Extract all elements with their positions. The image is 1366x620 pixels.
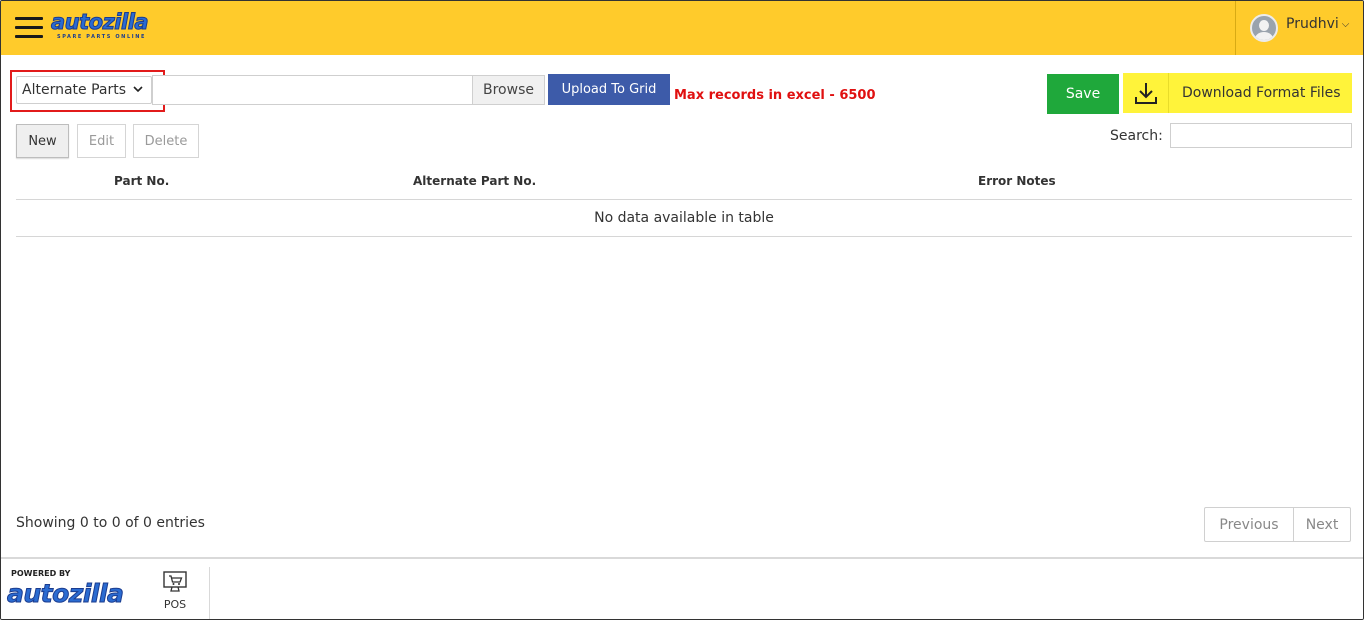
max-records-note: Max records in excel - 6500 [674,88,876,103]
delete-button[interactable]: Delete [133,124,199,158]
download-format-files-button[interactable]: Download Format Files [1123,73,1352,113]
entries-info: Showing 0 to 0 of 0 entries [16,515,205,531]
autozilla-logo[interactable]: autozilla SPARE PARTS ONLINE [51,10,150,45]
previous-page-button[interactable]: Previous [1205,508,1294,541]
chevron-down-icon: ⌵ [1341,18,1350,30]
next-page-button[interactable]: Next [1294,508,1350,541]
app-window: autozilla SPARE PARTS ONLINE Prudhvi ⌵ A… [0,0,1364,620]
bottom-bar: POWERED BY autozilla POS [1,557,1363,619]
column-header-alternate-part-no[interactable]: Alternate Part No. [413,174,536,188]
upload-type-value: Alternate Parts [22,82,127,98]
upload-type-select[interactable]: Alternate Parts [16,76,152,104]
pos-cart-icon [163,571,187,593]
edit-button[interactable]: Edit [77,124,126,158]
pos-label: POS [163,598,187,611]
pos-shortcut[interactable]: POS [151,567,210,619]
save-button[interactable]: Save [1047,74,1119,114]
logo-tagline: SPARE PARTS ONLINE [57,34,147,40]
user-menu[interactable]: Prudhvi ⌵ [1235,1,1363,55]
logo-text: autozilla [51,10,150,34]
search-input[interactable] [1170,123,1352,148]
upload-to-grid-button[interactable]: Upload To Grid [548,74,670,105]
file-path-field[interactable] [152,75,473,105]
column-header-error-notes[interactable]: Error Notes [978,174,1056,188]
browse-button[interactable]: Browse [472,75,545,105]
avatar-icon [1250,14,1278,42]
new-button[interactable]: New [16,124,69,158]
table-header: Part No. Alternate Part No. Error Notes [16,165,1352,200]
hamburger-menu-icon[interactable] [15,17,43,39]
pagination: Previous Next [1204,507,1351,542]
powered-by-label: POWERED BY [11,569,71,578]
download-icon [1123,73,1169,113]
table-empty-row: No data available in table [16,200,1352,237]
user-name: Prudhvi [1286,16,1339,32]
search-label: Search: [1110,128,1163,144]
top-header: autozilla SPARE PARTS ONLINE Prudhvi ⌵ [1,1,1363,55]
download-label: Download Format Files [1182,85,1341,101]
chevron-down-icon [133,83,143,96]
column-header-part-no[interactable]: Part No. [114,174,169,188]
powered-by-logo: autozilla [6,579,124,609]
